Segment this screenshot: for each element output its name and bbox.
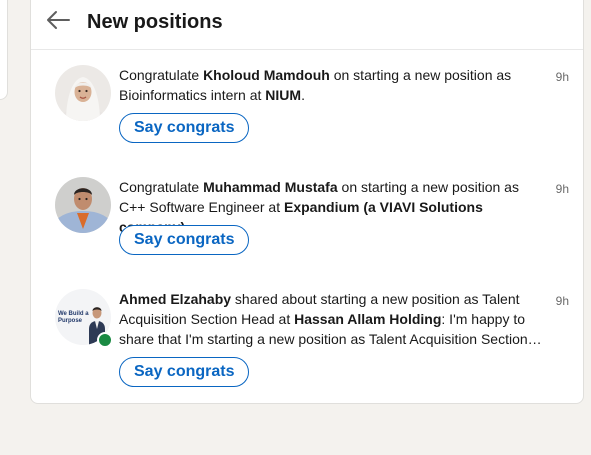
back-button[interactable]	[45, 10, 71, 30]
left-panel-edge	[0, 0, 8, 100]
list-item: Congratulate Muhammad Mustafa on startin…	[31, 177, 583, 257]
list-item: We Build a Purpose Ahmed Elzahaby shared…	[31, 289, 583, 389]
list-item: Congratulate Kholoud Mamdouh on starting…	[31, 65, 583, 145]
say-congrats-button[interactable]: Say congrats	[119, 113, 250, 143]
new-positions-card: New positions Congratulate Kholoud Mamdo…	[30, 0, 584, 404]
avatar-caption: We Build a	[58, 311, 89, 317]
timestamp: 9h	[555, 182, 569, 196]
person-name-link[interactable]: Kholoud Mamdouh	[203, 67, 330, 83]
online-status-indicator	[97, 332, 113, 348]
say-congrats-button[interactable]: Say congrats	[119, 357, 250, 387]
avatar-caption: Purpose	[58, 318, 83, 324]
say-congrats-button[interactable]: Say congrats	[119, 225, 250, 255]
company-link[interactable]: NIUM	[265, 87, 301, 103]
person-name-link[interactable]: Muhammad Mustafa	[203, 179, 338, 195]
page-title: New positions	[87, 11, 223, 33]
avatar[interactable]	[55, 177, 111, 233]
timestamp: 9h	[555, 70, 569, 84]
timestamp: 9h	[555, 294, 569, 308]
arrow-left-icon	[47, 11, 70, 29]
item-prefix: Congratulate	[119, 67, 204, 83]
company-link[interactable]: Hassan Allam Holding	[294, 311, 441, 327]
item-description: Ahmed Elzahaby shared about starting a n…	[119, 289, 547, 349]
item-suffix: .	[301, 87, 305, 103]
page-header: New positions	[31, 1, 583, 50]
item-prefix: Congratulate	[119, 179, 204, 195]
item-description: Congratulate Kholoud Mamdouh on starting…	[119, 65, 547, 105]
person-name-link[interactable]: Ahmed Elzahaby	[119, 291, 231, 307]
avatar[interactable]	[55, 65, 111, 121]
